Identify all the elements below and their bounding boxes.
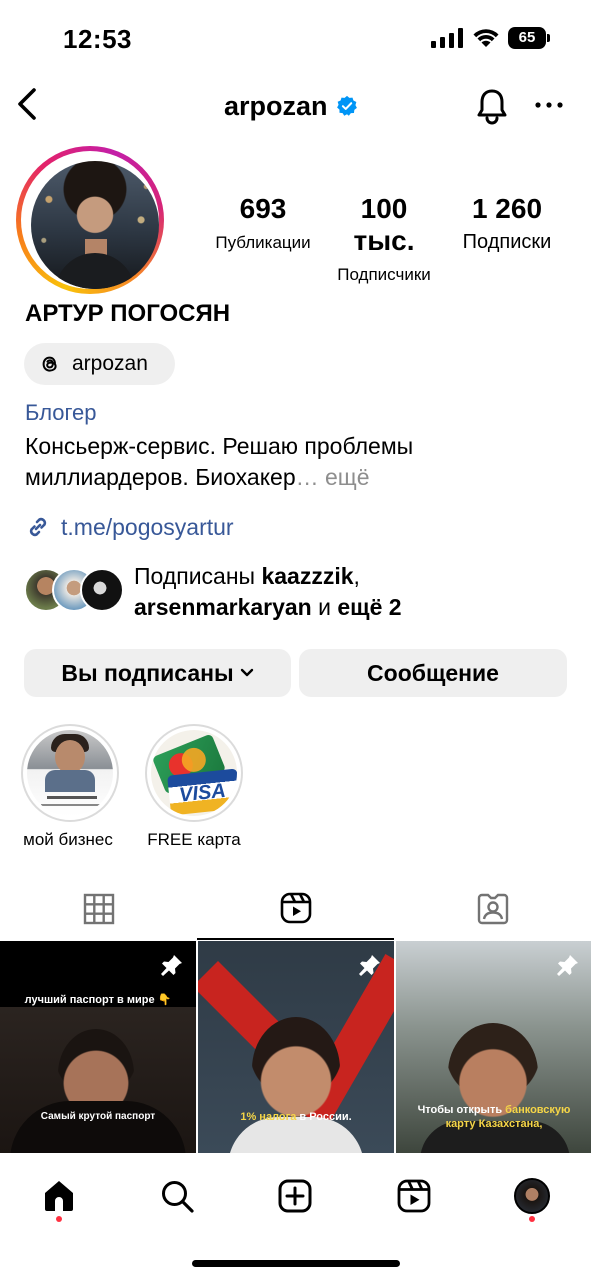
tab-reels[interactable] bbox=[197, 878, 394, 940]
reel-caption: лучший паспорт в мире 👇 bbox=[24, 994, 172, 1006]
nav-profile[interactable] bbox=[507, 1171, 557, 1221]
mutual-followers-avatars[interactable] bbox=[24, 568, 124, 612]
nav-search[interactable] bbox=[152, 1171, 202, 1221]
stat-followers-label: Подписчики bbox=[337, 265, 431, 284]
visa-card-image: VISA bbox=[167, 768, 237, 816]
reel-caption-part: карту Казахстана, bbox=[445, 1118, 543, 1130]
reel-thumbnail[interactable]: Чтобы открыть банковскую карту Казахстана… bbox=[396, 941, 591, 1153]
pin-icon bbox=[161, 955, 182, 976]
username-title: arpozan bbox=[224, 88, 358, 124]
stat-following-label: Подписки bbox=[462, 231, 552, 253]
threads-icon bbox=[42, 356, 57, 372]
mutual-follower-avatar bbox=[80, 568, 124, 612]
reel-caption: 1% налога в России. bbox=[198, 1111, 394, 1123]
nav-home[interactable] bbox=[34, 1171, 84, 1221]
reel-thumbnail[interactable]: 1% налога в России. bbox=[198, 941, 394, 1153]
message-button[interactable]: Сообщение bbox=[299, 649, 567, 697]
more-icon[interactable] bbox=[534, 90, 564, 120]
home-indicator bbox=[192, 1260, 400, 1267]
followed-by-text[interactable]: Подписаны kaazzzik, arsenmarkaryan и ещё… bbox=[134, 561, 574, 623]
message-button-label: Сообщение bbox=[367, 659, 499, 686]
highlight-cover: VISA bbox=[151, 730, 237, 816]
followed-by-prefix: Подписаны bbox=[134, 563, 262, 589]
stat-followers[interactable]: 100 тыс. Подписчики bbox=[328, 193, 440, 285]
bell-icon[interactable] bbox=[474, 86, 510, 126]
bio-line-1: Консьерж-сервис. Решаю проблемы bbox=[25, 433, 414, 459]
reel-caption-part: Чтобы открыть bbox=[417, 1104, 506, 1116]
profile-tabs bbox=[0, 878, 591, 940]
profile-avatar-small bbox=[514, 1178, 550, 1214]
pin-icon bbox=[557, 955, 578, 976]
nav-create[interactable] bbox=[270, 1171, 320, 1221]
reels-icon bbox=[397, 1179, 431, 1213]
profile-header: arpozan bbox=[0, 80, 591, 132]
followed-by-user: kaazzzik bbox=[261, 563, 354, 589]
followed-by-more: ещё 2 bbox=[337, 594, 402, 620]
reel-caption-highlight: 1% налога bbox=[240, 1111, 297, 1123]
reels-grid: лучший паспорт в мире 👇 Самый крутой пас… bbox=[0, 941, 591, 1153]
stat-posts-count: 693 bbox=[239, 193, 287, 224]
stat-posts-label: Публикации bbox=[215, 233, 311, 252]
battery-level: 65 bbox=[518, 29, 536, 46]
followed-by-user: arsenmarkaryan bbox=[134, 594, 312, 620]
full-name: АРТУР ПОГОСЯН bbox=[25, 300, 231, 327]
stat-followers-count: 100 тыс. bbox=[353, 193, 415, 256]
reels-icon bbox=[280, 892, 311, 924]
notification-dot bbox=[529, 1216, 535, 1222]
create-icon bbox=[278, 1179, 312, 1213]
reel-caption: Чтобы открыть банковскую карту Казахстана… bbox=[396, 1103, 591, 1131]
following-button[interactable]: Вы подписаны bbox=[24, 649, 291, 697]
home-icon bbox=[45, 1181, 73, 1211]
notification-dot bbox=[56, 1216, 62, 1222]
verified-badge-icon bbox=[336, 95, 357, 116]
followed-by-conjunction: и bbox=[311, 594, 338, 620]
highlight-cover bbox=[27, 730, 113, 816]
highlight-label: мой бизнес bbox=[23, 830, 113, 849]
tab-posts-grid[interactable] bbox=[0, 878, 197, 940]
threads-handle: arpozan bbox=[72, 352, 148, 375]
search-icon bbox=[162, 1181, 194, 1213]
tagged-icon bbox=[477, 893, 508, 925]
battery-icon: 65 bbox=[508, 27, 550, 49]
reel-caption: Самый крутой паспорт bbox=[40, 1111, 156, 1122]
chevron-down-icon bbox=[240, 668, 253, 677]
reel-thumbnail[interactable]: лучший паспорт в мире 👇 Самый крутой пас… bbox=[0, 941, 196, 1153]
reel-caption-highlight: банковскую bbox=[505, 1104, 571, 1116]
threads-badge[interactable]: arpozan bbox=[24, 343, 175, 385]
grid-icon bbox=[83, 893, 114, 925]
username: arpozan bbox=[224, 90, 328, 121]
bio-line-2: миллиардеров. Биохакер bbox=[25, 464, 296, 490]
link-icon bbox=[29, 517, 47, 537]
status-time: 12:53 bbox=[63, 24, 132, 54]
profile-bio: Консьерж-сервис. Решаю проблемы миллиард… bbox=[25, 431, 565, 493]
stat-posts[interactable]: 693 Публикации bbox=[207, 193, 319, 253]
status-bar: 12:53 65 bbox=[0, 0, 591, 80]
profile-link-text: t.me/pogosyartur bbox=[61, 513, 234, 540]
visa-logo-text: VISA bbox=[178, 779, 227, 807]
back-icon[interactable] bbox=[12, 84, 42, 124]
cellular-signal-icon bbox=[431, 28, 463, 48]
story-highlight[interactable]: VISA FREE карта bbox=[144, 724, 244, 850]
profile-avatar[interactable] bbox=[16, 146, 164, 294]
highlight-label: FREE карта bbox=[147, 830, 241, 849]
pin-icon bbox=[359, 955, 380, 976]
reel-caption-rest: в России. bbox=[296, 1111, 352, 1123]
profile-link[interactable]: t.me/pogosyartur bbox=[25, 512, 234, 542]
stat-following-count: 1 260 bbox=[471, 193, 543, 224]
stat-following[interactable]: 1 260 Подписки bbox=[452, 193, 562, 254]
bio-more-link[interactable]: … ещё bbox=[296, 464, 370, 490]
avatar-photo bbox=[31, 161, 159, 289]
profile-category: Блогер bbox=[25, 400, 97, 425]
nav-reels[interactable] bbox=[389, 1171, 439, 1221]
story-highlight[interactable]: мой бизнес bbox=[20, 724, 120, 850]
followed-by-separator: , bbox=[353, 563, 360, 589]
wifi-icon bbox=[473, 29, 499, 47]
following-button-label: Вы подписаны bbox=[61, 659, 234, 686]
tab-tagged[interactable] bbox=[394, 878, 591, 940]
